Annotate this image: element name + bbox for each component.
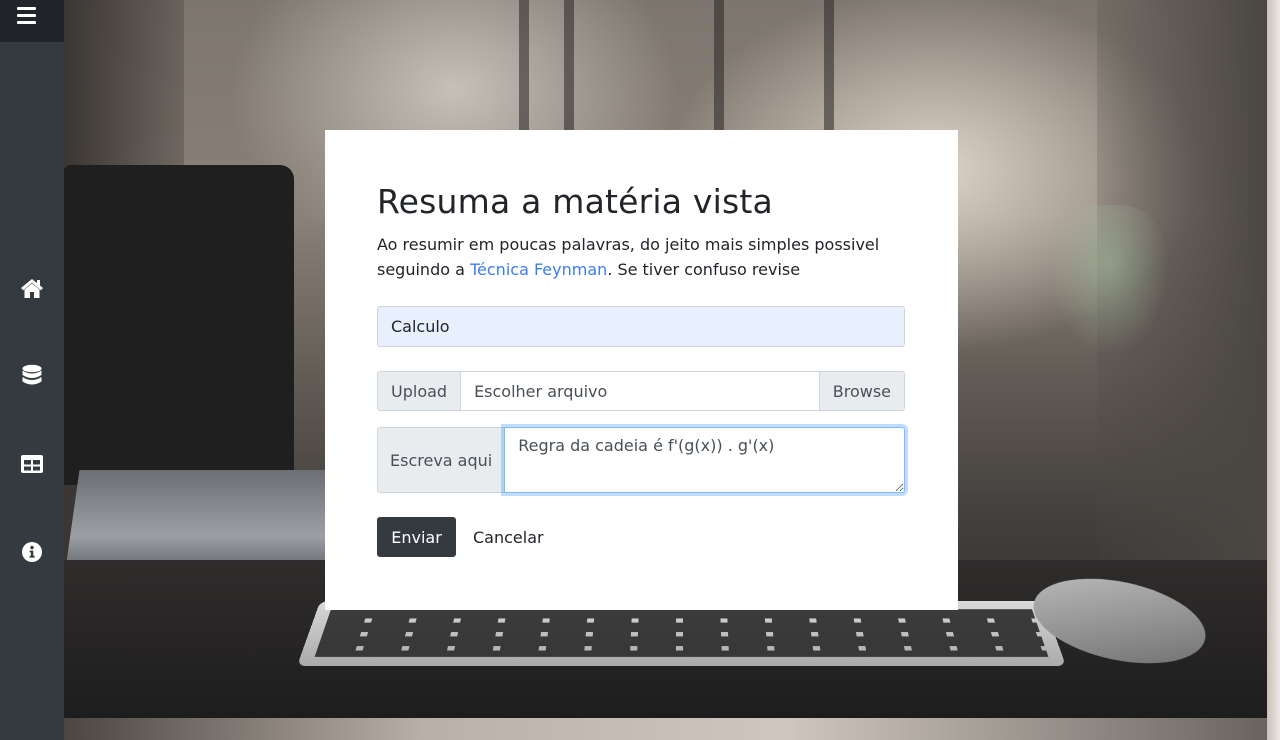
background-keys [314, 609, 1049, 657]
background-glass [1049, 205, 1169, 355]
page-scroll-edge [1267, 0, 1280, 740]
feynman-technique-link[interactable]: Técnica Feynman [470, 260, 607, 279]
home-icon [21, 279, 43, 298]
upload-group: Upload Escolher arquivo Browse [377, 371, 905, 411]
write-group: Escreva aqui Regra da cadeia é f'(g(x)) … [377, 427, 905, 493]
page-title: Resuma a matéria vista [377, 182, 773, 221]
background-keyboard [296, 601, 1067, 667]
sidebar-item-table[interactable] [0, 442, 64, 486]
sidebar-item-database[interactable] [0, 354, 64, 398]
info-circle-icon [22, 542, 42, 562]
summary-textarea[interactable]: Regra da cadeia é f'(g(x)) . g'(x) [504, 427, 905, 493]
summary-card: Resuma a matéria vista Ao resumir em pou… [325, 130, 958, 610]
background-repeat-strip [64, 718, 1267, 740]
description-text-end: . Se tiver confuso revise [607, 260, 801, 279]
subject-input[interactable] [377, 306, 905, 347]
sidebar [0, 0, 64, 740]
cancel-button[interactable]: Cancelar [463, 517, 554, 557]
background-window-post [714, 0, 724, 150]
upload-label: Upload [378, 372, 462, 410]
database-icon [22, 364, 42, 385]
background-window-post [824, 0, 834, 150]
file-input[interactable]: Escolher arquivo [461, 372, 819, 410]
menu-toggle-button[interactable] [0, 0, 64, 42]
sidebar-item-info[interactable] [0, 530, 64, 574]
background-window-post [564, 0, 574, 150]
browse-button[interactable]: Browse [818, 372, 904, 410]
table-icon [21, 455, 43, 473]
description: Ao resumir em poucas palavras, do jeito … [377, 232, 917, 282]
background-window-post [519, 0, 529, 150]
submit-button[interactable]: Enviar [377, 517, 456, 557]
background-laptop-screen [64, 165, 294, 485]
write-label: Escreva aqui [377, 427, 505, 493]
sidebar-item-home[interactable] [0, 266, 64, 310]
